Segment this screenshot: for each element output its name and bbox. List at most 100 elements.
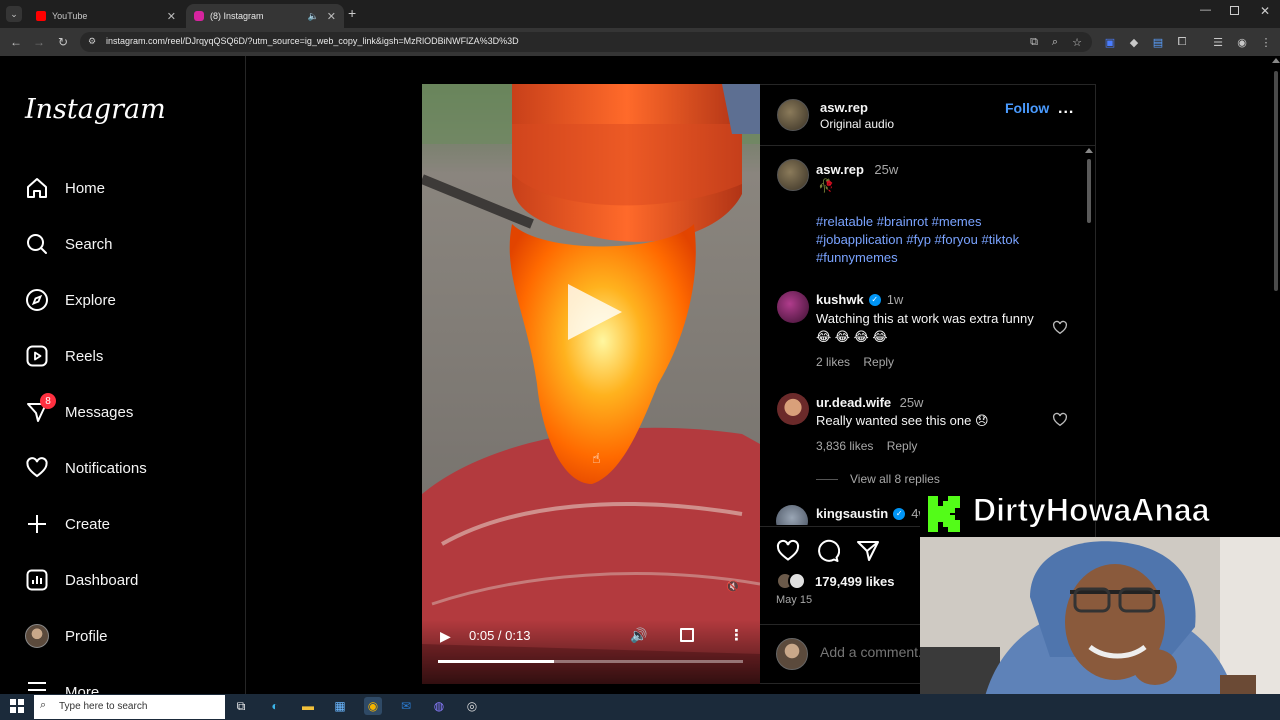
tab-list-button[interactable]: ⌄	[6, 6, 22, 22]
chrome-icon[interactable]: ◉	[364, 697, 382, 715]
caption-hashtags-line2[interactable]: #jobapplication #fyp #foryou #tiktok	[816, 232, 1019, 247]
more-options-icon[interactable]: ...	[1058, 100, 1074, 118]
sidebar-item-search[interactable]: Search	[24, 229, 113, 259]
comment-text: Really wanted see this one 😞	[816, 413, 989, 428]
comment-username[interactable]: kingsaustin	[816, 506, 888, 521]
comment-likes[interactable]: 3,836 likes	[816, 439, 873, 453]
reel-video[interactable]: ☝ 🔇 ▶ 0:05 / 0:13 🔊 ⋮	[422, 84, 760, 684]
discord-icon[interactable]: ◍	[430, 697, 448, 715]
caption-avatar[interactable]	[777, 159, 809, 191]
extension-blue-icon[interactable]: ▤	[1150, 34, 1166, 50]
mute-indicator-icon[interactable]: 🔇	[726, 580, 740, 593]
follow-button[interactable]: Follow	[1005, 100, 1049, 116]
instagram-logo[interactable]: Instagram	[25, 94, 166, 125]
comment-like-icon[interactable]	[1052, 412, 1068, 433]
comment-meta: 3,836 likes Reply	[816, 439, 917, 453]
play-button-icon[interactable]: ▶	[440, 628, 451, 645]
caption-username[interactable]: asw.rep	[816, 162, 864, 177]
volume-icon[interactable]: 🔊	[630, 627, 647, 644]
liked-by-avatars[interactable]	[776, 572, 812, 590]
reply-button[interactable]: Reply	[887, 439, 918, 453]
back-arrow-icon[interactable]: ←	[7, 33, 25, 51]
fullscreen-icon[interactable]	[680, 628, 694, 642]
site-info-icon[interactable]: ⚙	[88, 36, 96, 47]
verified-badge-icon: ✓	[868, 293, 881, 306]
commenter-avatar[interactable]	[777, 291, 809, 323]
sidebar-item-explore[interactable]: Explore	[24, 285, 116, 315]
extensions-puzzle-icon[interactable]: ⧠	[1174, 34, 1190, 50]
sidebar-item-reels[interactable]: Reels	[24, 341, 103, 371]
comment-likes[interactable]: 2 likes	[816, 355, 850, 369]
outlook-icon[interactable]: ✉	[397, 697, 415, 715]
extension-diamond-icon[interactable]: ◆	[1126, 34, 1142, 50]
sidebar-item-more[interactable]: More	[24, 677, 99, 694]
url-text[interactable]: instagram.com/reel/DJrqyqQSQ6D/?utm_sour…	[106, 36, 519, 46]
reload-icon[interactable]: ↻	[54, 33, 72, 51]
audio-label[interactable]: Original audio	[820, 117, 894, 131]
sidebar-item-dashboard[interactable]: Dashboard	[24, 565, 138, 595]
extension-translate-icon[interactable]: ▣	[1102, 34, 1118, 50]
install-app-icon[interactable]: ⧉	[1026, 34, 1042, 50]
caption-hashtags-line1[interactable]: #relatable #brainrot #memes	[816, 214, 981, 229]
video-options-icon[interactable]: ⋮	[729, 626, 744, 644]
sidebar-item-create[interactable]: Create	[24, 509, 110, 539]
new-tab-button[interactable]: +	[348, 5, 356, 21]
forward-arrow-icon[interactable]: →	[30, 33, 48, 51]
comment-icon[interactable]	[816, 539, 841, 568]
audio-playing-icon[interactable]: 🔈	[308, 11, 319, 22]
edge-icon[interactable]: ◐	[266, 697, 284, 715]
compass-icon	[24, 287, 50, 313]
cursor-icon: ☝	[592, 450, 601, 466]
browser-menu-icon[interactable]: ⋮	[1258, 34, 1274, 50]
instagram-favicon-icon	[194, 11, 204, 21]
play-icon[interactable]	[562, 280, 626, 344]
liker-avatar	[788, 572, 806, 590]
obs-icon[interactable]: ◎	[463, 697, 481, 715]
comment-username[interactable]: ur.dead.wife	[816, 395, 891, 410]
video-time: 0:05 / 0:13	[469, 628, 531, 643]
close-window-icon[interactable]: ✕	[1260, 4, 1270, 18]
comments-scrollbar[interactable]	[1085, 148, 1093, 528]
author-avatar[interactable]	[777, 99, 809, 131]
tab-instagram[interactable]: (8) Instagram 🔈 ✕	[186, 4, 344, 28]
add-comment-input[interactable]	[820, 644, 920, 660]
minimize-icon[interactable]: —	[1200, 4, 1211, 16]
zoom-icon[interactable]: ⌕	[1047, 34, 1063, 50]
maximize-icon[interactable]	[1230, 6, 1239, 15]
sidebar-item-label: Create	[65, 515, 111, 533]
sidebar-item-notifications[interactable]: Notifications	[24, 453, 147, 483]
store-icon[interactable]: ▦	[331, 697, 349, 715]
windows-start-icon[interactable]	[8, 697, 26, 715]
tab-youtube[interactable]: YouTube ✕	[28, 4, 184, 28]
commenter-avatar[interactable]	[777, 393, 809, 425]
reply-button[interactable]: Reply	[863, 355, 894, 369]
youtube-favicon-icon	[36, 11, 46, 21]
post-date[interactable]: May 15	[776, 594, 812, 606]
author-username[interactable]: asw.rep	[820, 100, 868, 115]
progress-track[interactable]	[438, 660, 743, 663]
plus-icon	[24, 511, 50, 537]
task-view-icon[interactable]: ⧉	[232, 697, 250, 715]
commenter-avatar[interactable]	[776, 505, 808, 525]
caption-header: asw.rep 25w	[816, 161, 898, 179]
like-icon[interactable]	[776, 539, 800, 568]
view-replies-button[interactable]: View all 8 replies	[850, 472, 940, 486]
close-tab-icon[interactable]: ✕	[167, 10, 176, 23]
sidebar-item-label: Notifications	[65, 459, 147, 477]
reading-list-icon[interactable]: ☰	[1210, 34, 1226, 50]
comment-like-icon[interactable]	[1052, 320, 1068, 341]
sidebar-item-messages[interactable]: 8 Messages	[24, 393, 133, 427]
bookmark-star-icon[interactable]: ☆	[1069, 34, 1085, 50]
likes-count[interactable]: 179,499 likes	[815, 574, 895, 589]
sidebar-item-home[interactable]: Home	[24, 173, 105, 203]
comment-header: kushwk ✓ 1w	[816, 292, 903, 307]
comment-username[interactable]: kushwk	[816, 292, 864, 307]
taskbar-search-placeholder[interactable]: Type here to search	[59, 701, 147, 712]
heart-icon	[24, 455, 50, 481]
file-explorer-icon[interactable]: ▬	[299, 697, 317, 715]
profile-icon[interactable]: ◉	[1234, 34, 1250, 50]
share-icon[interactable]	[856, 539, 880, 568]
caption-hashtags-line3[interactable]: #funnymemes	[816, 250, 898, 265]
sidebar-item-profile[interactable]: Profile	[24, 621, 108, 651]
close-tab-icon[interactable]: ✕	[327, 10, 336, 23]
